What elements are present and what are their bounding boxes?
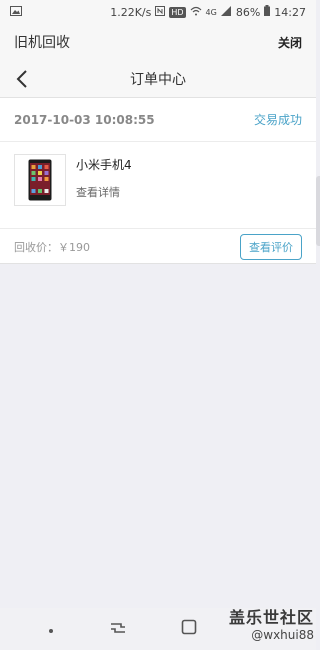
nfc-icon xyxy=(155,5,166,19)
status-bar-right: 1.22K/s HD 4G 86% 14:27 xyxy=(110,5,306,19)
order-footer: 回收价：￥190 查看评价 xyxy=(0,228,316,264)
phone-image xyxy=(28,159,52,201)
status-bar: 1.22K/s HD 4G 86% 14:27 xyxy=(0,0,316,24)
order-status: 交易成功 xyxy=(253,113,302,127)
chevron-left-icon xyxy=(16,70,27,88)
home-square-icon[interactable] xyxy=(181,619,197,639)
signal-icon xyxy=(220,5,232,19)
product-row[interactable]: 小米手机4 查看详情 xyxy=(14,154,302,210)
order-card: 2017-10-03 10:08:55 交易成功 小米手机4 查看详情 回收价：… xyxy=(0,98,316,264)
image-notification-icon xyxy=(10,5,22,19)
page-title: 订单中心 xyxy=(130,71,186,88)
battery-percent: 86% xyxy=(235,5,261,19)
recent-apps-icon[interactable] xyxy=(109,620,127,639)
close-button[interactable]: 关闭 xyxy=(278,34,302,51)
back-button[interactable] xyxy=(10,67,34,91)
app-title: 旧机回收 xyxy=(14,35,70,51)
watermark: 盖乐世社区 @wxhui88 xyxy=(229,604,314,642)
network-type: 4G xyxy=(205,7,217,17)
network-speed: 1.22K/s xyxy=(110,5,152,19)
watermark-user: @wxhui88 xyxy=(251,628,314,642)
edge-panel-handle[interactable] xyxy=(316,176,320,246)
product-name: 小米手机4 xyxy=(76,158,132,172)
order-datetime: 2017-10-03 10:08:55 xyxy=(14,112,155,127)
order-header: 2017-10-03 10:08:55 交易成功 xyxy=(0,98,316,142)
watermark-title: 盖乐世社区 xyxy=(228,608,314,627)
app-bar: 旧机回收 关闭 xyxy=(0,24,316,60)
product-thumbnail[interactable] xyxy=(14,154,66,206)
battery-icon xyxy=(264,5,271,19)
view-review-button[interactable]: 查看评价 xyxy=(240,233,302,260)
clock: 14:27 xyxy=(274,5,306,19)
nav-bar: 订单中心 xyxy=(0,60,316,98)
view-details-link[interactable]: 查看详情 xyxy=(76,184,120,200)
hd-badge: HD xyxy=(169,6,186,18)
recycle-price: 回收价：￥190 xyxy=(14,240,90,254)
status-bar-left xyxy=(10,5,22,19)
dot-icon[interactable] xyxy=(47,620,55,639)
wifi-icon xyxy=(190,6,202,19)
